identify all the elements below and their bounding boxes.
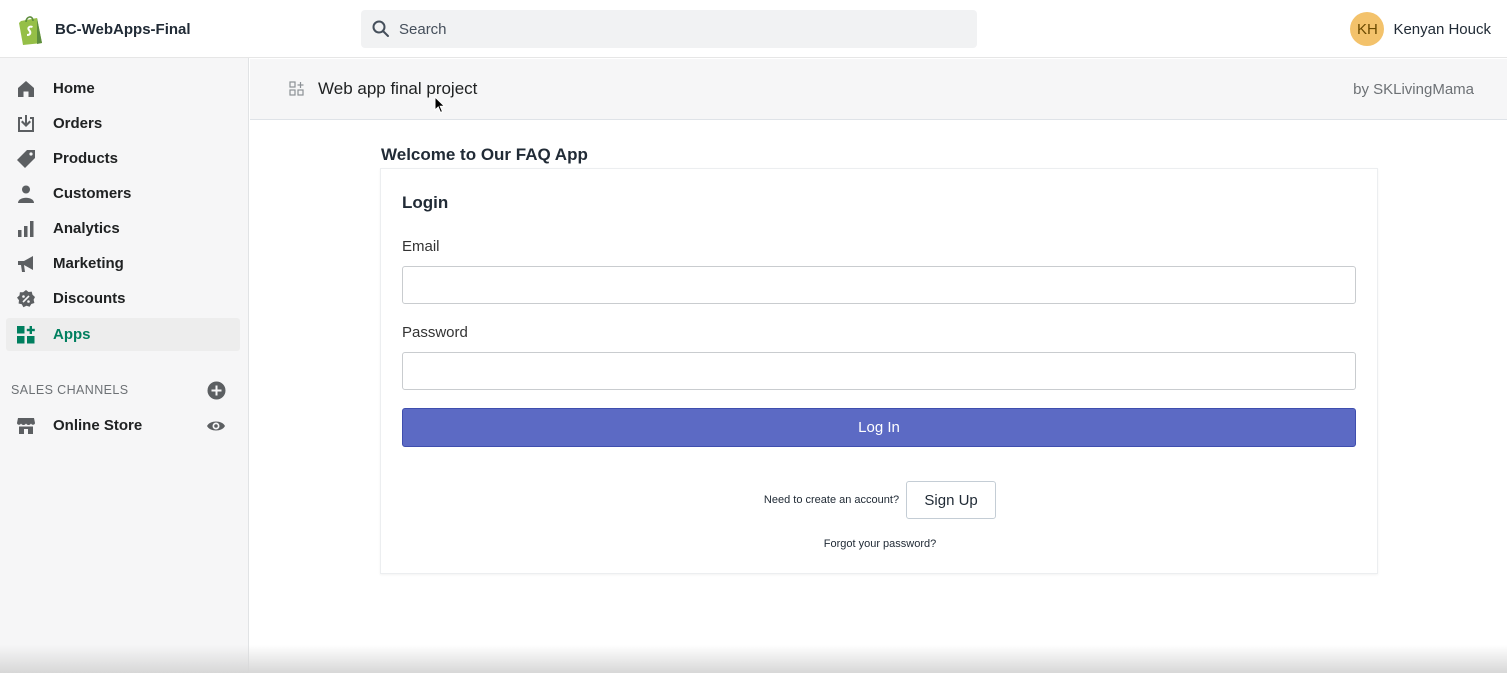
sidebar-item-label: Analytics — [53, 220, 120, 237]
password-field[interactable] — [402, 352, 1356, 390]
login-button[interactable]: Log In — [402, 408, 1356, 447]
search-icon — [372, 20, 389, 37]
sidebar-item-label: Customers — [53, 185, 132, 202]
bar-chart-icon — [18, 220, 34, 237]
shopify-bag-icon — [19, 16, 42, 45]
sidebar-item-label: Discounts — [53, 290, 126, 307]
top-bar: BC-WebApps-Final Search KH Kenyan Houck — [0, 0, 1507, 58]
avatar[interactable]: KH — [1350, 12, 1385, 46]
app-title: Web app final project — [318, 79, 478, 98]
megaphone-icon — [18, 255, 33, 272]
sidebar-item-label: Apps — [53, 326, 91, 343]
store-name: BC-WebApps-Final — [55, 20, 191, 38]
login-heading: Login — [402, 193, 449, 212]
app-developer[interactable]: by SKLivingMama — [1353, 81, 1474, 98]
signup-prompt: Need to create an account? — [763, 494, 900, 506]
sidebar-item-label: Products — [53, 150, 119, 167]
mouse-cursor-icon — [434, 96, 446, 114]
forgot-password-link[interactable]: Forgot your password? — [381, 538, 1379, 550]
person-icon — [18, 185, 34, 203]
page-title: Welcome to Our FAQ App — [381, 145, 588, 164]
user-name: Kenyan Houck — [1393, 20, 1491, 38]
store-brand[interactable]: BC-WebApps-Final — [17, 13, 191, 45]
store-icon — [17, 417, 35, 434]
sidebar-item-discounts[interactable]: Discounts — [6, 282, 240, 315]
add-circle-icon[interactable] — [207, 381, 226, 400]
app-grid-icon — [289, 81, 304, 96]
eye-icon[interactable] — [206, 416, 226, 436]
sidebar-item-analytics[interactable]: Analytics — [6, 212, 240, 245]
sidebar-item-apps[interactable]: Apps — [6, 318, 240, 351]
email-label: Email — [402, 238, 440, 255]
password-label: Password — [402, 324, 468, 341]
sidebar-item-marketing[interactable]: Marketing — [6, 247, 240, 280]
search-bar[interactable]: Search — [361, 10, 977, 48]
login-card: Login Email Password Log In Need to crea… — [380, 168, 1378, 574]
sidebar-item-products[interactable]: Products — [6, 142, 240, 175]
user-menu[interactable]: KH Kenyan Houck — [1350, 12, 1491, 46]
sales-channels-heading: SALES CHANNELS — [11, 383, 129, 397]
sidebar: Home Orders Products Customers Analytics — [0, 58, 249, 673]
sidebar-item-label: Marketing — [53, 255, 124, 272]
sidebar-item-online-store[interactable]: Online Store — [6, 409, 240, 442]
signup-row: Need to create an account? Sign Up — [381, 481, 1379, 519]
search-input[interactable]: Search — [399, 21, 447, 38]
sidebar-item-orders[interactable]: Orders — [6, 107, 240, 140]
sidebar-item-label: Home — [53, 80, 95, 97]
signup-button[interactable]: Sign Up — [906, 481, 997, 519]
discount-icon — [17, 289, 35, 307]
sidebar-item-home[interactable]: Home — [6, 72, 240, 105]
sidebar-item-label: Online Store — [53, 417, 143, 434]
tag-icon — [17, 149, 35, 168]
orders-icon — [18, 114, 34, 132]
sidebar-item-customers[interactable]: Customers — [6, 177, 240, 210]
home-icon — [18, 80, 34, 97]
sidebar-item-label: Orders — [53, 115, 103, 132]
apps-icon — [17, 325, 35, 343]
email-field[interactable] — [402, 266, 1356, 304]
